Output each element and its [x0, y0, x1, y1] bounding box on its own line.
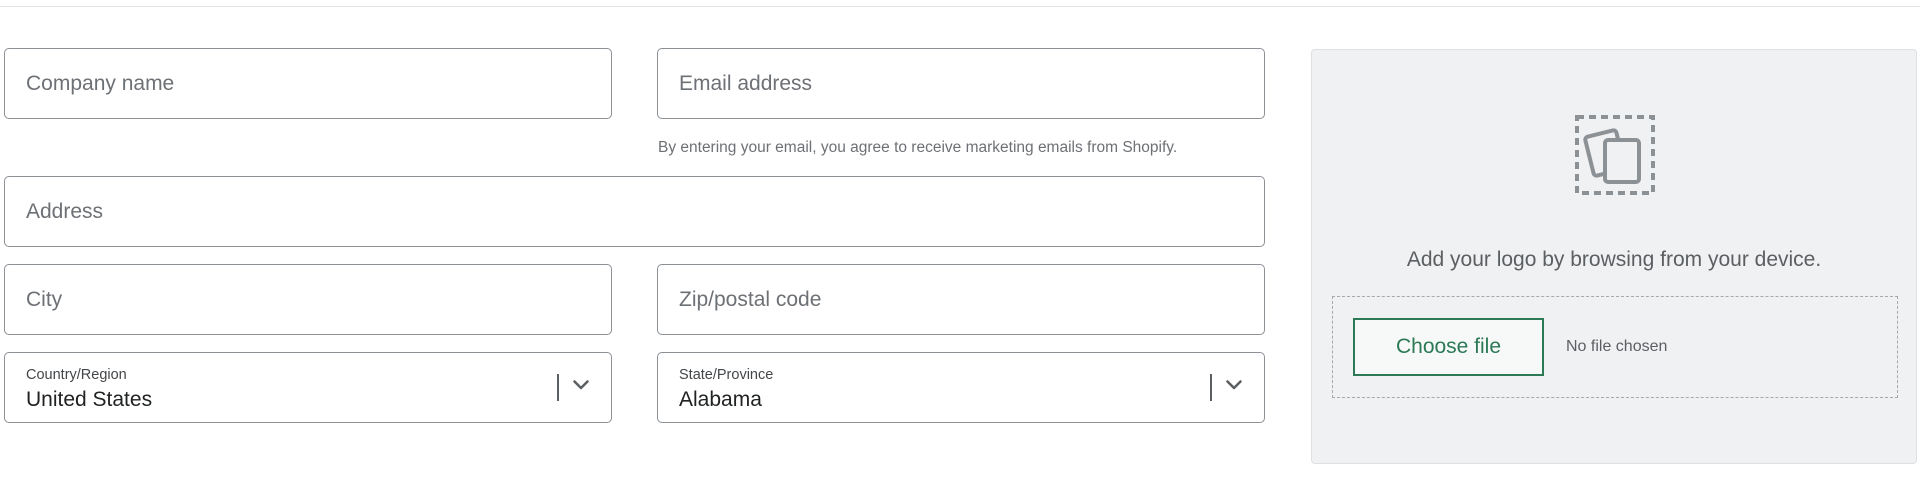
chevron-down-icon[interactable] — [573, 380, 589, 390]
logo-upload-panel: Add your logo by browsing from your devi… — [1311, 49, 1917, 464]
chevron-down-icon[interactable] — [1226, 380, 1242, 390]
email-address-input[interactable] — [658, 49, 1264, 118]
city-field[interactable] — [4, 264, 612, 335]
city-input[interactable] — [5, 265, 611, 334]
address-input[interactable] — [5, 177, 1264, 246]
address-field[interactable] — [4, 176, 1265, 247]
state-province-select[interactable]: State/Province Alabama — [657, 352, 1265, 423]
zip-postal-code-field[interactable] — [657, 264, 1265, 335]
image-placeholder-icon — [1575, 115, 1655, 195]
email-consent-text: By entering your email, you agree to rec… — [658, 139, 1178, 156]
zip-postal-code-input[interactable] — [658, 265, 1264, 334]
file-status-text: No file chosen — [1566, 338, 1668, 355]
choose-file-button[interactable]: Choose file — [1353, 318, 1544, 376]
company-name-field[interactable] — [4, 48, 612, 119]
email-address-field[interactable] — [657, 48, 1265, 119]
select-separator — [557, 374, 559, 401]
country-region-select[interactable]: Country/Region United States — [4, 352, 612, 423]
top-divider — [0, 6, 1920, 7]
country-region-label: Country/Region — [26, 367, 127, 383]
state-province-value: Alabama — [679, 388, 762, 411]
country-region-value: United States — [26, 388, 153, 411]
company-name-input[interactable] — [5, 49, 611, 118]
select-separator — [1210, 374, 1212, 401]
file-drop-zone[interactable]: Choose file No file chosen — [1332, 296, 1898, 398]
logo-upload-prompt: Add your logo by browsing from your devi… — [1406, 248, 1822, 271]
state-province-label: State/Province — [679, 367, 774, 383]
